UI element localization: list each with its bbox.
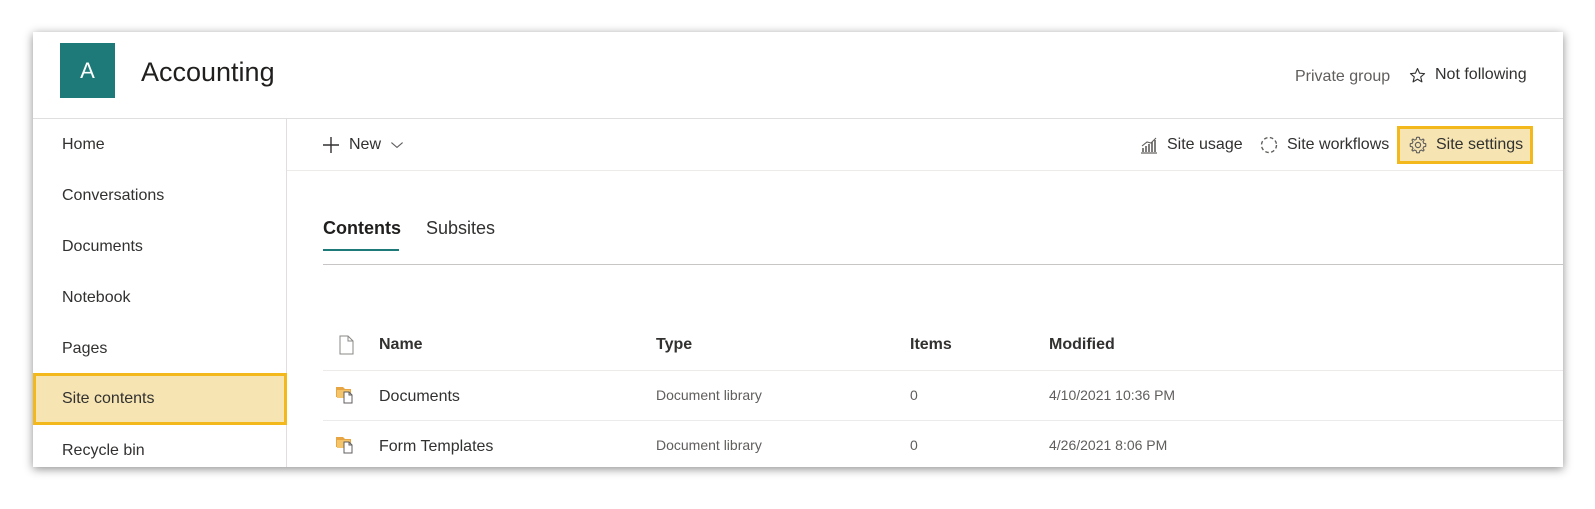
- column-header-name[interactable]: Name: [379, 336, 423, 354]
- chart-icon: [1141, 137, 1157, 154]
- left-navigation: Home Conversations Documents Notebook Pa…: [33, 119, 287, 467]
- follow-button[interactable]: Not following: [1409, 66, 1527, 84]
- site-settings-button[interactable]: Site settings: [1397, 126, 1534, 164]
- follow-label: Not following: [1435, 66, 1527, 83]
- nav-item-label: Notebook: [62, 288, 131, 306]
- nav-item-label: Home: [62, 135, 105, 153]
- nav-item-label: Site contents: [62, 390, 155, 407]
- row-items: 0: [910, 387, 918, 403]
- site-header: A Accounting Private group Not following: [33, 32, 1563, 119]
- workflow-icon: [1260, 136, 1278, 154]
- nav-item-site-contents[interactable]: Site contents: [33, 373, 287, 425]
- plus-icon: [323, 137, 339, 153]
- nav-item-documents[interactable]: Documents: [33, 221, 286, 272]
- gear-icon: [1409, 136, 1427, 154]
- tab-divider: [323, 264, 1563, 265]
- nav-item-home[interactable]: Home: [33, 119, 286, 170]
- row-name[interactable]: Documents: [379, 388, 460, 406]
- site-logo[interactable]: A: [60, 43, 115, 98]
- row-name[interactable]: Form Templates: [379, 438, 493, 456]
- site-settings-label: Site settings: [1436, 136, 1524, 153]
- nav-item-label: Conversations: [62, 186, 165, 204]
- nav-item-label: Documents: [62, 237, 143, 255]
- site-usage-label: Site usage: [1167, 136, 1243, 153]
- row-type: Document library: [656, 437, 762, 453]
- nav-item-conversations[interactable]: Conversations: [33, 170, 286, 221]
- row-divider: [323, 370, 1563, 371]
- site-usage-button[interactable]: Site usage: [1139, 130, 1243, 160]
- nav-item-label: Pages: [62, 339, 108, 357]
- library-icon: [336, 437, 353, 454]
- site-workflows-button[interactable]: Site workflows: [1259, 130, 1389, 160]
- row-items: 0: [910, 437, 918, 453]
- row-divider: [323, 420, 1563, 421]
- nav-item-label: Recycle bin: [62, 441, 145, 459]
- site-title[interactable]: Accounting: [141, 57, 275, 88]
- nav-item-recycle-bin[interactable]: Recycle bin: [33, 425, 286, 467]
- tab-contents[interactable]: Contents: [323, 218, 401, 239]
- star-icon: [1409, 67, 1426, 82]
- column-header-type[interactable]: Type: [656, 336, 692, 354]
- privacy-label: Private group: [1295, 68, 1391, 85]
- new-label: New: [349, 136, 382, 153]
- tab-subsites[interactable]: Subsites: [426, 218, 495, 239]
- active-tab-indicator: [323, 249, 399, 251]
- library-icon: [336, 387, 353, 404]
- row-modified: 4/26/2021 8:06 PM: [1049, 437, 1168, 453]
- chevron-down-icon: [391, 142, 403, 149]
- sharepoint-window: A Accounting Private group Not following…: [33, 32, 1563, 467]
- document-icon: [339, 335, 354, 355]
- command-bar: New Site usage Site workflows Site setti…: [287, 119, 1563, 171]
- new-button[interactable]: New: [321, 130, 405, 160]
- site-workflows-label: Site workflows: [1287, 136, 1390, 153]
- site-logo-letter: A: [80, 57, 95, 83]
- column-header-items[interactable]: Items: [910, 336, 952, 354]
- nav-item-pages[interactable]: Pages: [33, 323, 286, 374]
- row-modified: 4/10/2021 10:36 PM: [1049, 387, 1176, 403]
- nav-item-notebook[interactable]: Notebook: [33, 272, 286, 323]
- column-header-modified[interactable]: Modified: [1049, 336, 1115, 354]
- row-type: Document library: [656, 387, 762, 403]
